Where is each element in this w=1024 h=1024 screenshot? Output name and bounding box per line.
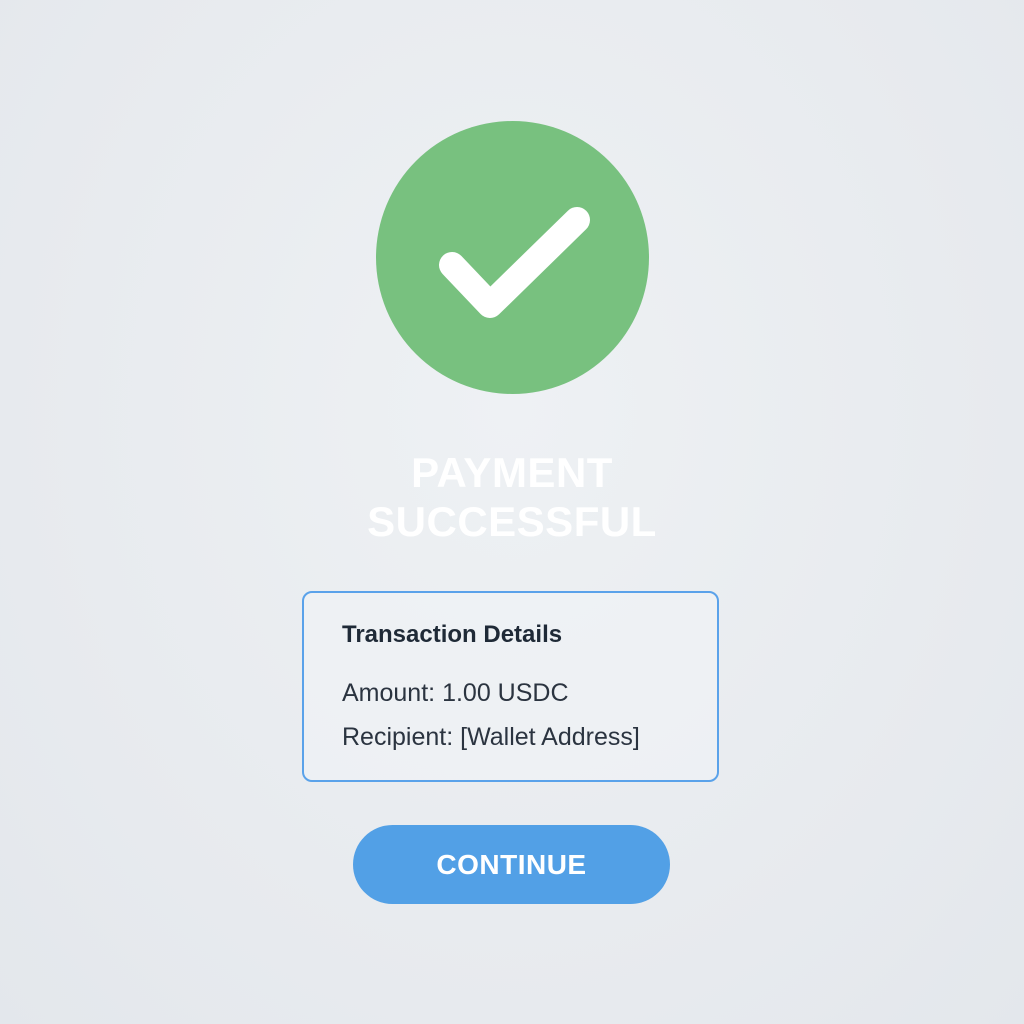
payment-success-screen: PAYMENT SUCCESSFUL Transaction Details A… — [0, 0, 1024, 1024]
amount-row: Amount: 1.00 USDC — [342, 678, 569, 708]
recipient-row: Recipient: [Wallet Address] — [342, 722, 640, 752]
transaction-details-card: Transaction Details Amount: 1.00 USDC Re… — [302, 591, 719, 782]
transaction-details-heading: Transaction Details — [342, 621, 563, 648]
checkmark-icon — [439, 207, 590, 318]
continue-button[interactable]: CONTINUE — [353, 825, 670, 904]
amount-value: 1.00 USDC — [442, 679, 569, 707]
recipient-value: [Wallet Address] — [460, 723, 640, 751]
success-title: PAYMENT SUCCESSFUL — [262, 448, 762, 546]
recipient-label: Recipient: — [342, 723, 454, 751]
success-title-line-1: PAYMENT — [411, 449, 613, 496]
success-title-line-2: SUCCESSFUL — [367, 498, 657, 545]
success-badge — [376, 121, 649, 394]
amount-label: Amount: — [342, 679, 436, 707]
